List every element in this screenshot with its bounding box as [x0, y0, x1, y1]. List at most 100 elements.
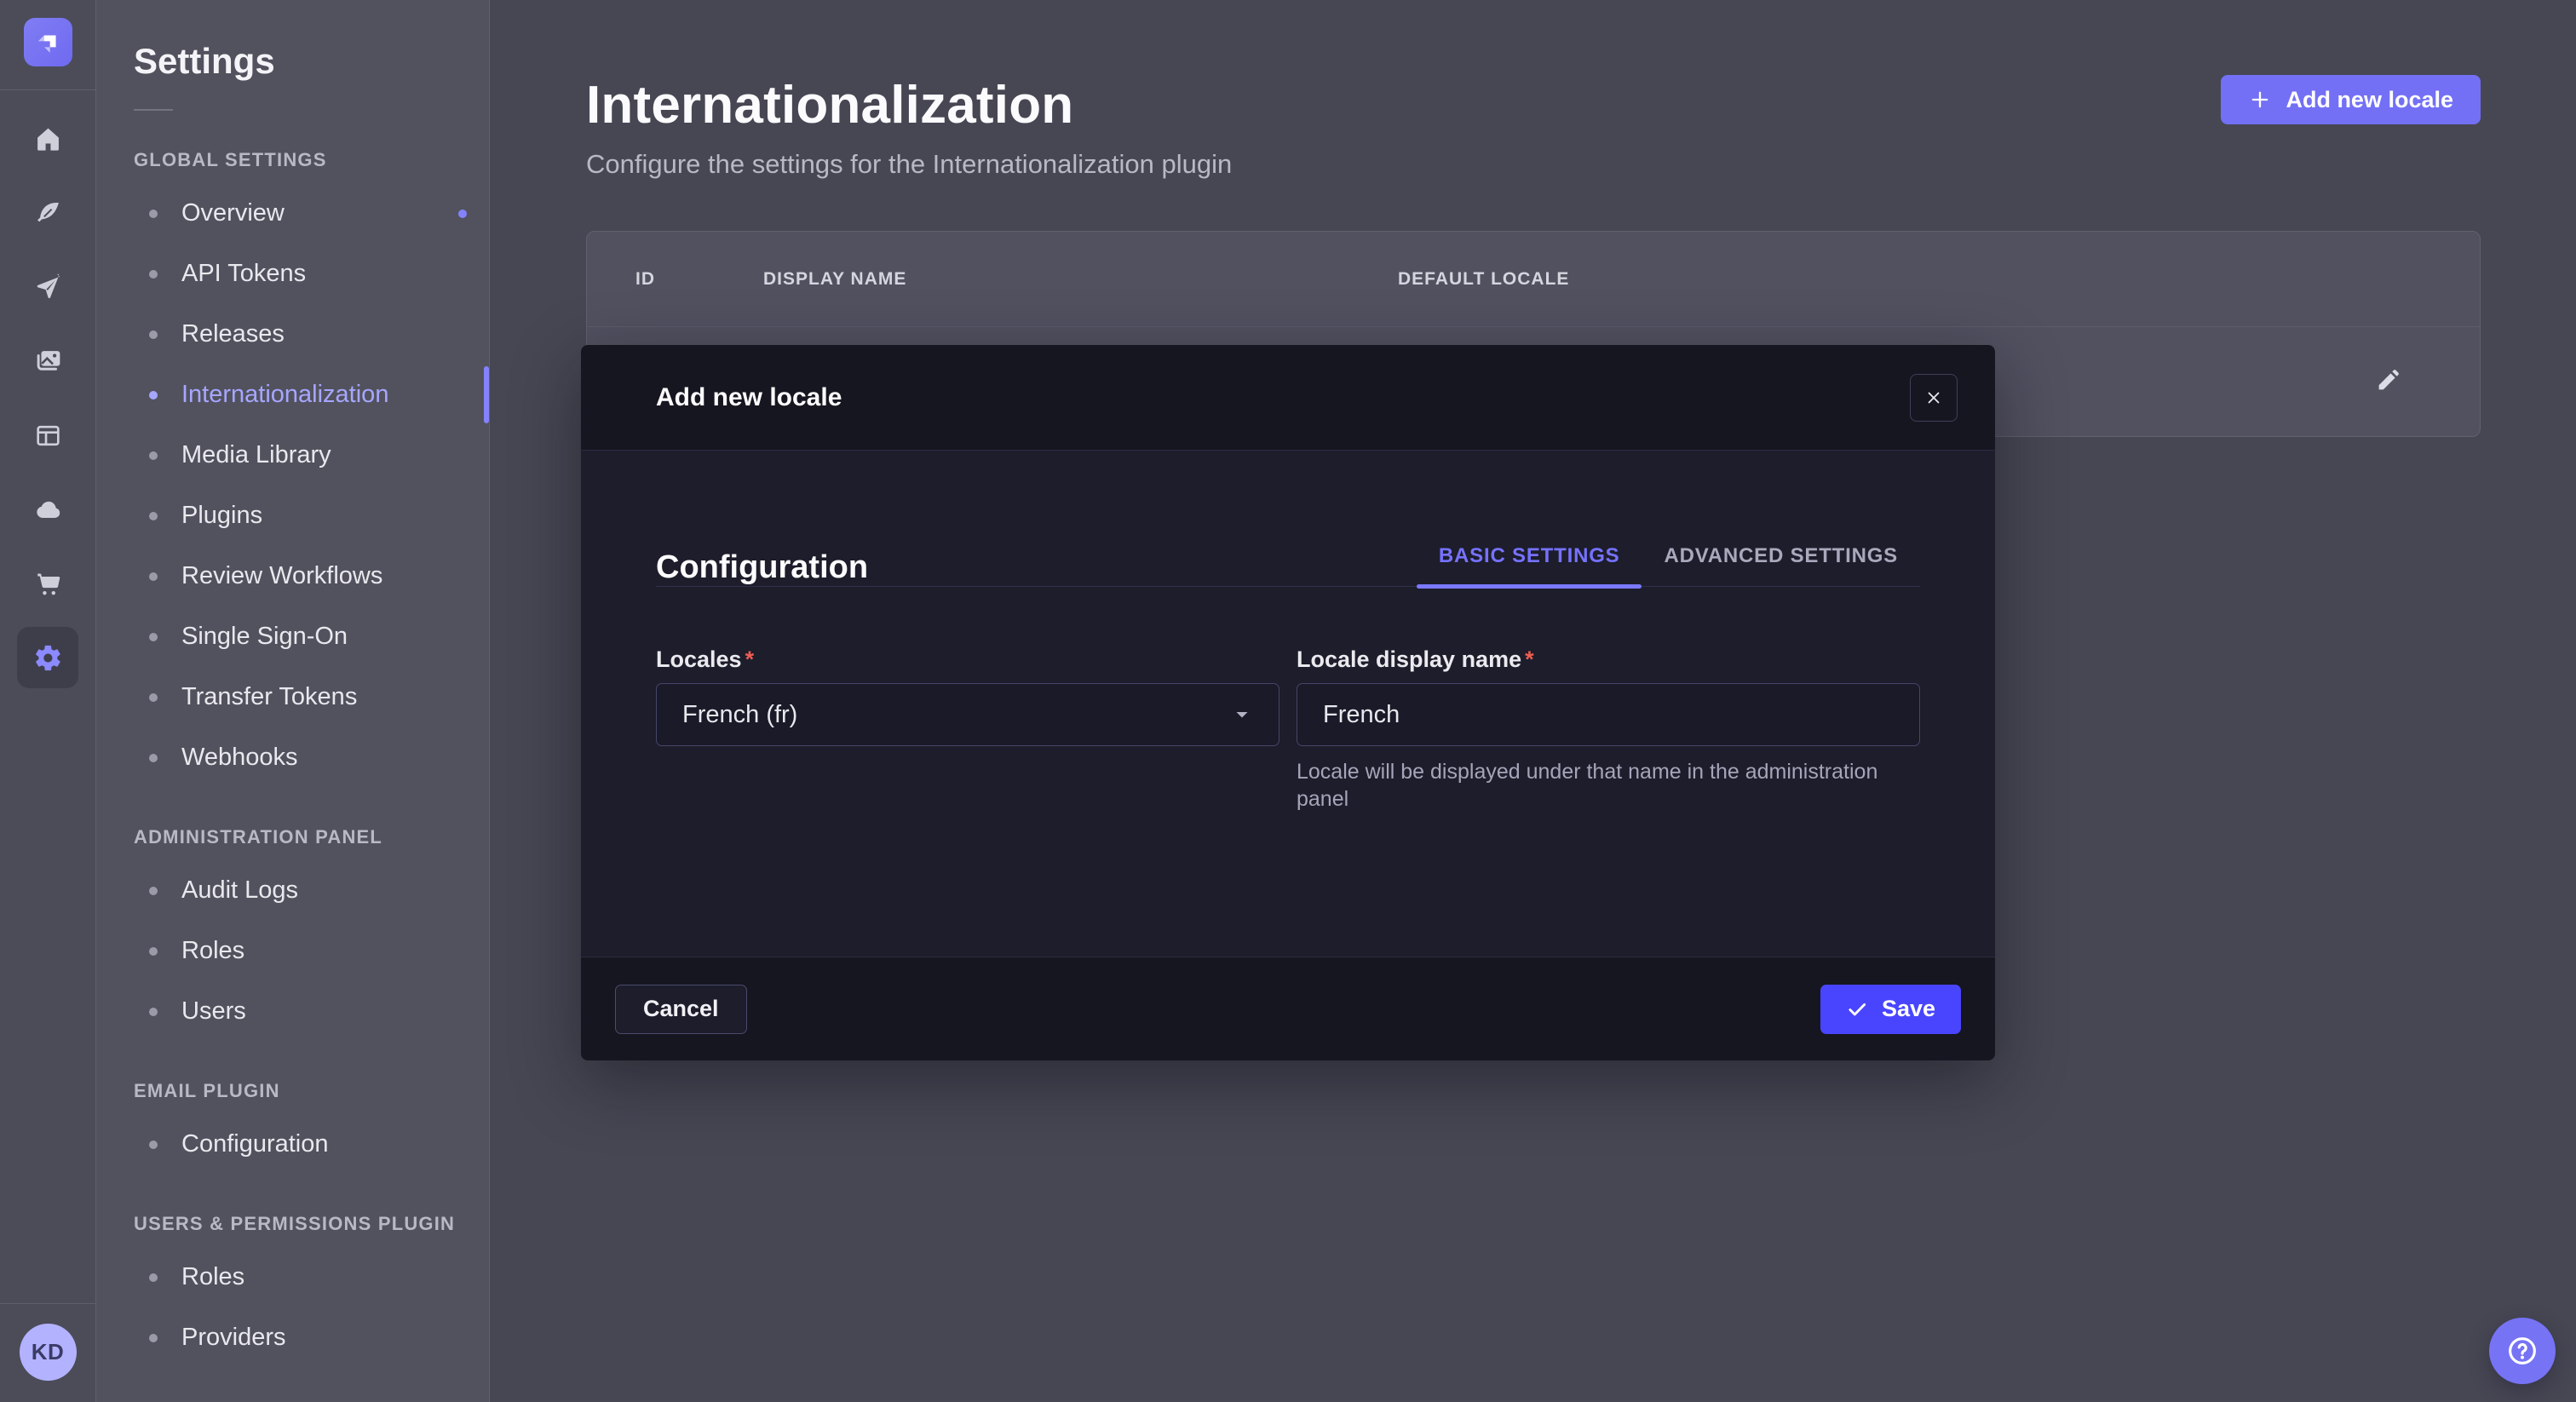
locales-field-group: Locales* French (fr) [656, 646, 1279, 813]
sidebar-item-label: Providers [181, 1324, 286, 1352]
display-name-field-group: Locale display name* Locale will be disp… [1297, 646, 1920, 813]
display-name-helper-text: Locale will be displayed under that name… [1297, 758, 1893, 813]
send-release-icon[interactable] [17, 256, 78, 318]
sidebar-item-label: Audit Logs [181, 876, 298, 905]
sidebar-item-up-providers[interactable]: Providers [96, 1307, 489, 1368]
page-header-text: Internationalization Configure the setti… [586, 75, 1232, 180]
strapi-logo[interactable] [24, 18, 72, 66]
bullet-icon [149, 210, 158, 218]
sidebar-item-single-sign-on[interactable]: Single Sign-On [96, 606, 489, 667]
bullet-icon [149, 693, 158, 702]
plus-icon [2248, 88, 2272, 112]
bullet-icon [149, 451, 158, 460]
tab-basic-settings[interactable]: BASIC SETTINGS [1417, 544, 1642, 586]
edit-locale-button[interactable] [2375, 367, 2401, 396]
media-library-icon[interactable] [17, 330, 78, 392]
bullet-icon [149, 633, 158, 641]
modal-footer: Cancel Save [581, 957, 1995, 1060]
sidebar-item-label: Single Sign-On [181, 623, 348, 651]
bullet-icon [149, 572, 158, 581]
add-locale-modal: Add new locale Configuration BASIC SETTI… [581, 345, 1995, 1060]
sidebar-item-label: Roles [181, 1263, 244, 1291]
email-plugin-list: Configuration [96, 1114, 489, 1175]
sidebar-item-overview[interactable]: Overview [96, 183, 489, 244]
sidebar-item-internationalization[interactable]: Internationalization [96, 365, 489, 425]
pencil-icon [2375, 367, 2401, 394]
marketplace-cart-icon[interactable] [17, 553, 78, 614]
sidebar-item-email-configuration[interactable]: Configuration [96, 1114, 489, 1175]
locales-select[interactable]: French (fr) [656, 683, 1279, 746]
home-icon[interactable] [17, 108, 78, 170]
sidebar-item-label: Configuration [181, 1130, 329, 1158]
page-header: Internationalization Configure the setti… [586, 75, 2481, 180]
settings-tabs: BASIC SETTINGS ADVANCED SETTINGS [1417, 544, 1920, 586]
rail-bottom: KD [0, 1303, 95, 1402]
save-button[interactable]: Save [1820, 985, 1961, 1034]
user-avatar[interactable]: KD [20, 1324, 77, 1381]
page-subtitle: Configure the settings for the Internati… [586, 149, 1232, 180]
sidebar-item-webhooks[interactable]: Webhooks [96, 727, 489, 788]
bullet-icon [149, 1008, 158, 1016]
administration-panel-list: Audit Logs Roles Users [96, 860, 489, 1042]
bullet-icon [149, 270, 158, 279]
sidebar-item-label: Overview [181, 199, 285, 227]
sidebar-item-label: Internationalization [181, 381, 388, 409]
sidebar-item-audit-logs[interactable]: Audit Logs [96, 860, 489, 921]
help-button[interactable] [2489, 1318, 2556, 1384]
bullet-icon [149, 754, 158, 762]
settings-sidebar: Settings GLOBAL SETTINGS Overview API To… [96, 0, 490, 1402]
sidebar-item-label: Webhooks [181, 744, 298, 772]
sidebar-item-transfer-tokens[interactable]: Transfer Tokens [96, 667, 489, 727]
bullet-icon [149, 887, 158, 895]
tab-advanced-settings[interactable]: ADVANCED SETTINGS [1642, 544, 1920, 586]
configuration-header: Configuration BASIC SETTINGS ADVANCED SE… [581, 451, 1995, 586]
bullet-icon [149, 947, 158, 956]
modal-header: Add new locale [581, 345, 1995, 451]
sidebar-item-label: Plugins [181, 502, 262, 530]
display-name-input[interactable] [1297, 683, 1920, 746]
settings-gear-icon[interactable] [17, 627, 78, 688]
locales-select-value: French (fr) [682, 701, 797, 729]
bullet-icon [149, 330, 158, 339]
chevron-down-icon [1231, 704, 1253, 726]
add-new-locale-label: Add new locale [2286, 87, 2453, 113]
required-asterisk: * [1525, 646, 1534, 672]
add-new-locale-button[interactable]: Add new locale [2221, 75, 2481, 124]
notification-dot-icon [458, 210, 467, 218]
column-header-id: ID [635, 269, 763, 290]
bullet-icon [149, 1141, 158, 1149]
required-asterisk: * [745, 646, 755, 672]
icon-rail: KD [0, 0, 96, 1402]
sidebar-item-label: Releases [181, 320, 285, 348]
locales-table-header: ID DISPLAY NAME DEFAULT LOCALE [587, 232, 2480, 327]
sidebar-item-admin-users[interactable]: Users [96, 981, 489, 1042]
rail-nav [0, 90, 95, 688]
section-users-permissions-plugin: USERS & PERMISSIONS PLUGIN [96, 1213, 489, 1235]
sidebar-item-label: Review Workflows [181, 562, 382, 590]
check-icon [1846, 998, 1868, 1020]
users-permissions-list: Roles Providers [96, 1247, 489, 1368]
section-email-plugin: EMAIL PLUGIN [96, 1080, 489, 1102]
sidebar-item-admin-roles[interactable]: Roles [96, 921, 489, 981]
feather-content-icon[interactable] [17, 182, 78, 244]
sidebar-item-media-library[interactable]: Media Library [96, 425, 489, 486]
sidebar-item-plugins[interactable]: Plugins [96, 486, 489, 546]
page-title: Internationalization [586, 75, 1232, 135]
sidebar-item-review-workflows[interactable]: Review Workflows [96, 546, 489, 606]
content-type-builder-icon[interactable] [17, 405, 78, 466]
close-modal-button[interactable] [1910, 374, 1958, 422]
cancel-button[interactable]: Cancel [615, 985, 747, 1034]
modal-body: Configuration BASIC SETTINGS ADVANCED SE… [581, 451, 1995, 957]
sidebar-item-releases[interactable]: Releases [96, 304, 489, 365]
sidebar-item-label: Media Library [181, 441, 331, 469]
column-header-default-locale: DEFAULT LOCALE [1398, 269, 2480, 290]
configuration-title: Configuration [656, 549, 868, 586]
section-administration-panel: ADMINISTRATION PANEL [96, 826, 489, 848]
section-global-settings: GLOBAL SETTINGS [96, 149, 489, 171]
sidebar-item-label: Users [181, 997, 246, 1026]
bullet-icon [149, 512, 158, 520]
cloud-deploy-icon[interactable] [17, 479, 78, 540]
sidebar-item-api-tokens[interactable]: API Tokens [96, 244, 489, 304]
display-name-label: Locale display name* [1297, 646, 1920, 673]
sidebar-item-up-roles[interactable]: Roles [96, 1247, 489, 1307]
